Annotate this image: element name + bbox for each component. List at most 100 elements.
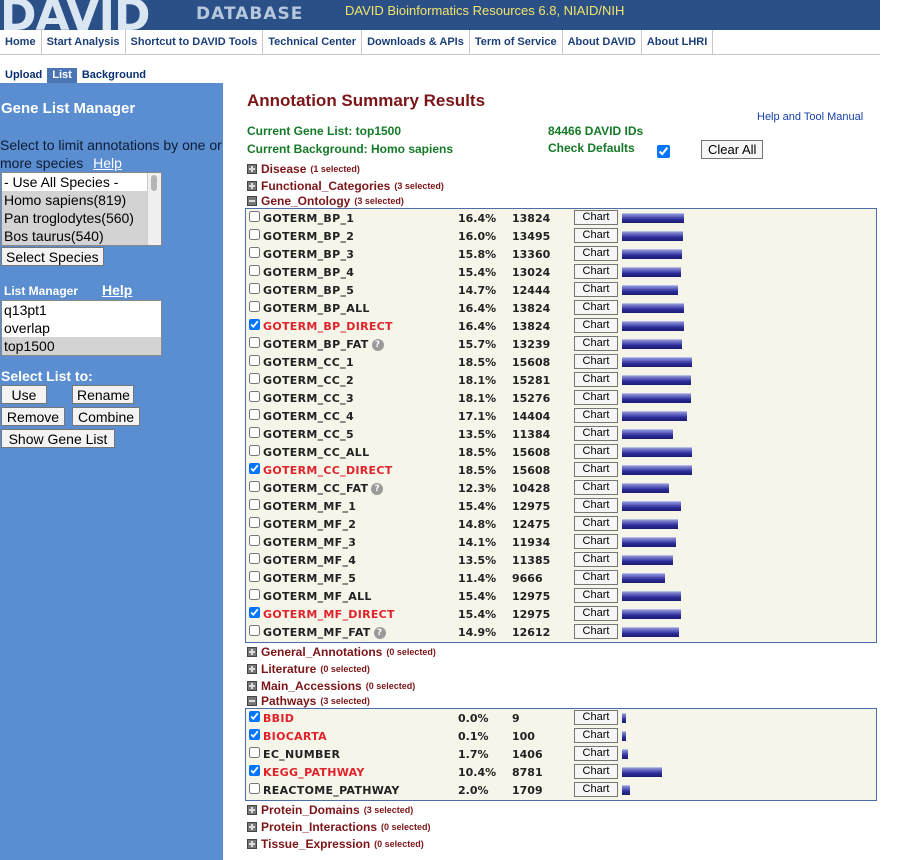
chart-button[interactable]: Chart bbox=[574, 746, 618, 761]
annotation-checkbox[interactable] bbox=[249, 463, 260, 474]
nav-term-of-service[interactable]: Term of Service bbox=[470, 30, 563, 54]
use-button[interactable]: Use bbox=[1, 385, 47, 404]
chart-button[interactable]: Chart bbox=[574, 764, 618, 779]
chart-button[interactable]: Chart bbox=[574, 246, 618, 261]
annotation-checkbox[interactable] bbox=[249, 337, 260, 348]
nav-about-lhri[interactable]: About LHRI bbox=[642, 30, 714, 54]
tab-upload[interactable]: Upload bbox=[0, 68, 47, 83]
collapse-icon[interactable] bbox=[247, 696, 257, 706]
chart-button[interactable]: Chart bbox=[574, 710, 618, 725]
check-defaults-checkbox[interactable] bbox=[657, 145, 670, 158]
species-scrollbar[interactable] bbox=[147, 173, 161, 245]
annotation-checkbox[interactable] bbox=[249, 589, 260, 600]
gene-list-option[interactable]: overlap bbox=[2, 319, 161, 337]
chart-button[interactable]: Chart bbox=[574, 354, 618, 369]
chart-button[interactable]: Chart bbox=[574, 534, 618, 549]
chart-button[interactable]: Chart bbox=[574, 210, 618, 225]
annotation-checkbox[interactable] bbox=[249, 571, 260, 582]
chart-button[interactable]: Chart bbox=[574, 318, 618, 333]
chart-button[interactable]: Chart bbox=[574, 408, 618, 423]
expand-icon[interactable] bbox=[247, 664, 257, 674]
chart-button[interactable]: Chart bbox=[574, 426, 618, 441]
nav-about-david[interactable]: About DAVID bbox=[563, 30, 642, 54]
category-disease[interactable]: Disease (1 selected) bbox=[247, 161, 360, 177]
annotation-checkbox[interactable] bbox=[249, 391, 260, 402]
help-icon[interactable]: ? bbox=[373, 627, 386, 639]
category-gene-ontology[interactable]: Gene_Ontology (3 selected) bbox=[247, 193, 404, 209]
annotation-checkbox[interactable] bbox=[249, 783, 260, 794]
help-icon[interactable]: ? bbox=[371, 483, 384, 495]
category-literature[interactable]: Literature (0 selected) bbox=[247, 661, 370, 677]
chart-button[interactable]: Chart bbox=[574, 516, 618, 531]
annotation-checkbox[interactable] bbox=[249, 427, 260, 438]
annotation-checkbox[interactable] bbox=[249, 319, 260, 330]
chart-button[interactable]: Chart bbox=[574, 728, 618, 743]
annotation-checkbox[interactable] bbox=[249, 229, 260, 240]
category-main-accessions[interactable]: Main_Accessions (0 selected) bbox=[247, 678, 415, 694]
category-tissue-expression[interactable]: Tissue_Expression (0 selected) bbox=[247, 836, 424, 852]
expand-icon[interactable] bbox=[247, 681, 257, 691]
expand-icon[interactable] bbox=[247, 839, 257, 849]
chart-button[interactable]: Chart bbox=[574, 498, 618, 513]
species-help-link[interactable]: Help bbox=[93, 155, 122, 171]
annotation-checkbox[interactable] bbox=[249, 265, 260, 276]
chart-button[interactable]: Chart bbox=[574, 390, 618, 405]
category-functional-categories[interactable]: Functional_Categories (3 selected) bbox=[247, 178, 444, 194]
tab-background[interactable]: Background bbox=[77, 68, 151, 83]
annotation-checkbox[interactable] bbox=[249, 247, 260, 258]
chart-button[interactable]: Chart bbox=[574, 264, 618, 279]
expand-icon[interactable] bbox=[247, 822, 257, 832]
show-gene-list-button[interactable]: Show Gene List bbox=[1, 429, 115, 448]
annotation-checkbox[interactable] bbox=[249, 301, 260, 312]
category-protein-domains[interactable]: Protein_Domains (3 selected) bbox=[247, 802, 413, 818]
list-manager-help-link[interactable]: Help bbox=[102, 282, 132, 298]
annotation-checkbox[interactable] bbox=[249, 553, 260, 564]
chart-button[interactable]: Chart bbox=[574, 782, 618, 797]
expand-icon[interactable] bbox=[247, 805, 257, 815]
expand-icon[interactable] bbox=[247, 181, 257, 191]
annotation-checkbox[interactable] bbox=[249, 535, 260, 546]
gene-list-option[interactable]: q13pt1 bbox=[2, 301, 161, 319]
annotation-checkbox[interactable] bbox=[249, 711, 260, 722]
remove-button[interactable]: Remove bbox=[1, 407, 65, 426]
annotation-checkbox[interactable] bbox=[249, 355, 260, 366]
species-listbox[interactable]: - Use All Species - Homo sapiens(819) Pan … bbox=[1, 172, 162, 246]
annotation-checkbox[interactable] bbox=[249, 283, 260, 294]
species-option[interactable]: Homo sapiens(819) bbox=[2, 191, 161, 209]
nav-shortcut-to-david-tools[interactable]: Shortcut to DAVID Tools bbox=[126, 30, 264, 54]
clear-all-button[interactable]: Clear All bbox=[701, 140, 764, 159]
chart-button[interactable]: Chart bbox=[574, 570, 618, 585]
annotation-checkbox[interactable] bbox=[249, 747, 260, 758]
expand-icon[interactable] bbox=[247, 647, 257, 657]
chart-button[interactable]: Chart bbox=[574, 480, 618, 495]
annotation-checkbox[interactable] bbox=[249, 373, 260, 384]
annotation-checkbox[interactable] bbox=[249, 499, 260, 510]
collapse-icon[interactable] bbox=[247, 196, 257, 206]
annotation-checkbox[interactable] bbox=[249, 445, 260, 456]
annotation-checkbox[interactable] bbox=[249, 765, 260, 776]
species-option[interactable]: Pan troglodytes(560) bbox=[2, 209, 161, 227]
annotation-checkbox[interactable] bbox=[249, 481, 260, 492]
chart-button[interactable]: Chart bbox=[574, 444, 618, 459]
select-species-button[interactable]: Select Species bbox=[1, 247, 104, 266]
nav-downloads-apis[interactable]: Downloads & APIs bbox=[362, 30, 470, 54]
annotation-checkbox[interactable] bbox=[249, 409, 260, 420]
category-pathways[interactable]: Pathways (3 selected) bbox=[247, 693, 370, 709]
nav-home[interactable]: Home bbox=[0, 30, 42, 54]
help-manual-link[interactable]: Help and Tool Manual bbox=[757, 111, 863, 123]
chart-button[interactable]: Chart bbox=[574, 300, 618, 315]
chart-button[interactable]: Chart bbox=[574, 336, 618, 351]
nav-technical-center[interactable]: Technical Center bbox=[263, 30, 363, 54]
annotation-checkbox[interactable] bbox=[249, 729, 260, 740]
chart-button[interactable]: Chart bbox=[574, 552, 618, 567]
combine-button[interactable]: Combine bbox=[72, 407, 140, 426]
chart-button[interactable]: Chart bbox=[574, 372, 618, 387]
annotation-checkbox[interactable] bbox=[249, 517, 260, 528]
annotation-checkbox[interactable] bbox=[249, 625, 260, 636]
annotation-checkbox[interactable] bbox=[249, 607, 260, 618]
category-protein-interactions[interactable]: Protein_Interactions (0 selected) bbox=[247, 819, 431, 835]
tab-list[interactable]: List bbox=[47, 68, 77, 83]
nav-start-analysis[interactable]: Start Analysis bbox=[42, 30, 126, 54]
chart-button[interactable]: Chart bbox=[574, 282, 618, 297]
expand-icon[interactable] bbox=[247, 164, 257, 174]
